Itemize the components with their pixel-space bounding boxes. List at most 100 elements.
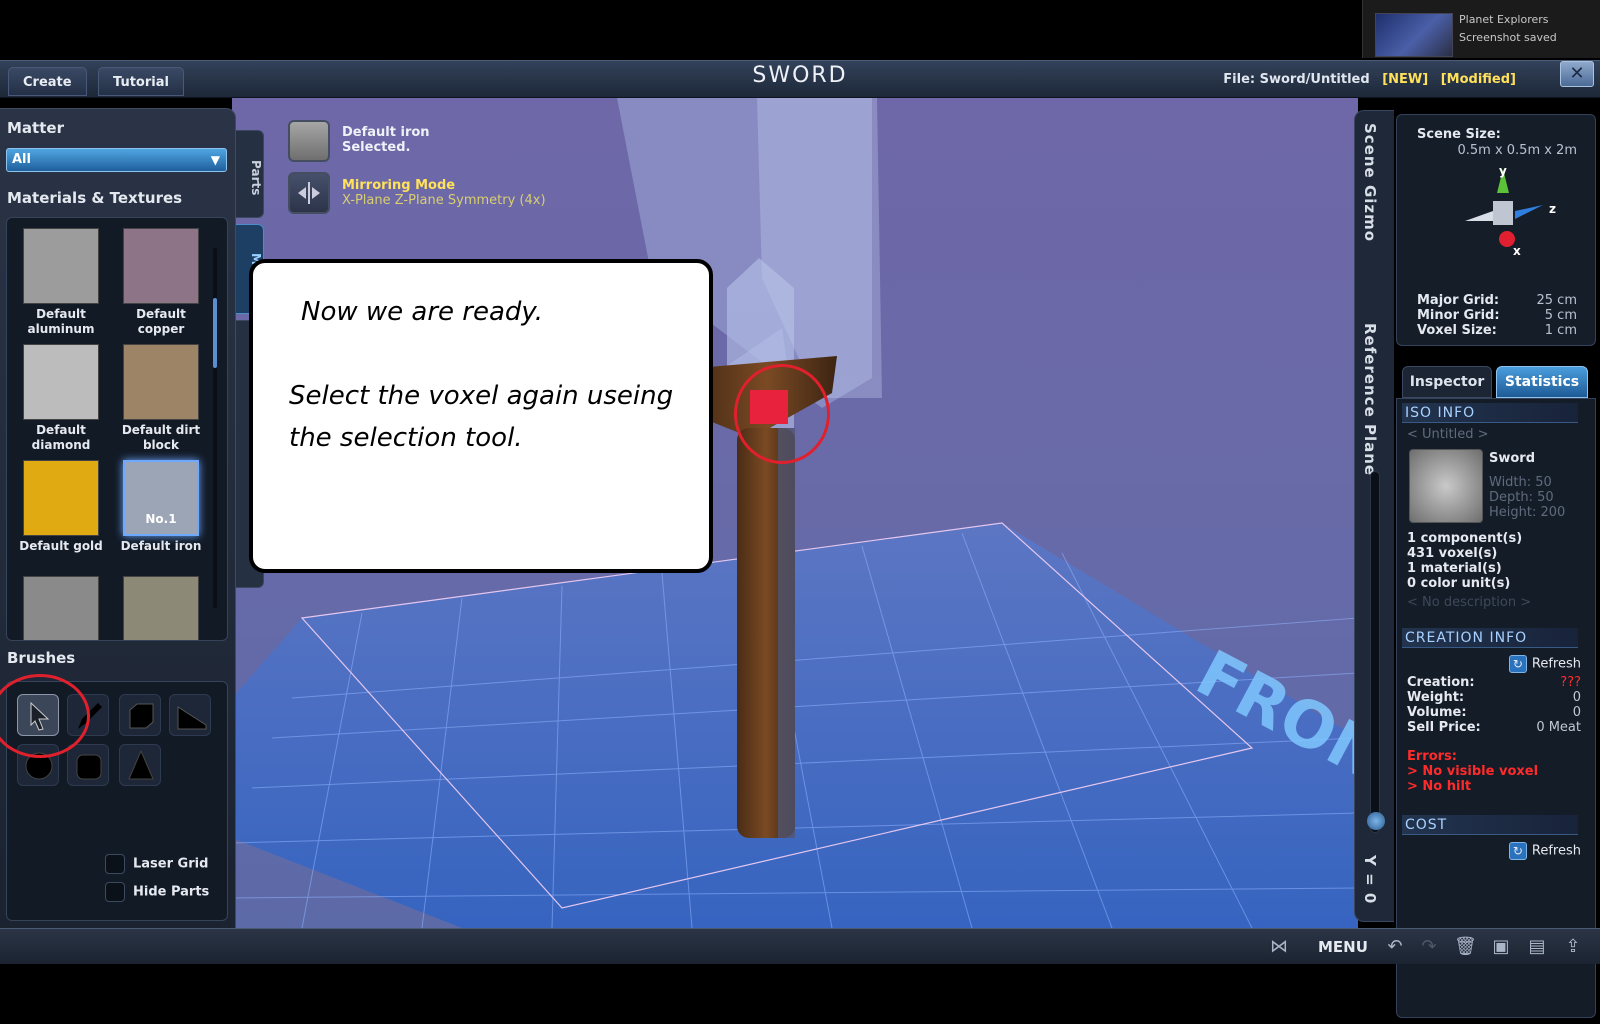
minor-grid-label: Minor Grid: bbox=[1417, 308, 1500, 323]
mirror-desc: X-Plane Z-Plane Symmetry (4x) bbox=[342, 193, 546, 208]
volume-value: 0 bbox=[1572, 705, 1581, 720]
tab-reference-plane[interactable]: Reference Plane bbox=[1361, 323, 1379, 476]
material-label: Default iron bbox=[120, 539, 202, 553]
voxel-size-value: 1 cm bbox=[1544, 323, 1577, 338]
material-iron[interactable]: No.1 Default iron bbox=[113, 460, 209, 554]
scrollbar-thumb[interactable] bbox=[213, 298, 217, 368]
material-badge: No.1 bbox=[145, 512, 177, 526]
hide-parts-checkbox[interactable]: Hide Parts bbox=[105, 882, 209, 902]
cost-heading: COST bbox=[1402, 815, 1578, 835]
volume-label: Volume: bbox=[1407, 705, 1467, 720]
voxel-size-label: Voxel Size: bbox=[1417, 323, 1497, 338]
material-item[interactable] bbox=[113, 576, 209, 640]
iso-title: Sword bbox=[1489, 451, 1536, 466]
laser-grid-checkbox[interactable]: Laser Grid bbox=[105, 854, 208, 874]
material-swatch bbox=[23, 576, 99, 640]
highlight-ring bbox=[734, 364, 830, 464]
cube-icon[interactable] bbox=[119, 694, 161, 736]
refresh-label: Refresh bbox=[1531, 843, 1581, 859]
iso-height: Height: 200 bbox=[1489, 505, 1566, 520]
slider-knob[interactable] bbox=[1367, 812, 1385, 830]
tab-parts[interactable]: Parts bbox=[236, 130, 264, 218]
material-copper[interactable]: Default copper bbox=[113, 228, 209, 337]
tab-create[interactable]: Create bbox=[8, 67, 87, 96]
sell-price-label: Sell Price: bbox=[1407, 720, 1481, 735]
scene-size-value: 0.5m x 0.5m x 2m bbox=[1457, 143, 1577, 158]
axis-z-label: z bbox=[1549, 202, 1556, 216]
tab-inspector[interactable]: Inspector bbox=[1402, 366, 1492, 398]
app-root: Planet Explorers Screenshot saved Create… bbox=[0, 0, 1600, 1024]
material-count: 1 material(s) bbox=[1407, 561, 1502, 576]
notification-message: Screenshot saved bbox=[1459, 31, 1557, 44]
export-icon[interactable]: ⇪ bbox=[1562, 936, 1584, 958]
description-placeholder: < No description > bbox=[1407, 595, 1532, 610]
iso-thumbnail bbox=[1409, 449, 1483, 523]
checkbox-label: Hide Parts bbox=[133, 884, 210, 900]
creation-value: ??? bbox=[1560, 675, 1581, 690]
cylinder-icon[interactable] bbox=[67, 744, 109, 786]
scene-size-label: Scene Size: bbox=[1417, 127, 1501, 142]
close-icon[interactable]: ✕ bbox=[1560, 61, 1594, 87]
refresh-cost-button[interactable]: ↻ Refresh bbox=[1508, 842, 1581, 860]
material-dirt-block[interactable]: Default dirt block bbox=[113, 344, 209, 453]
component-count: 1 component(s) bbox=[1407, 531, 1523, 546]
refresh-label: Refresh bbox=[1531, 656, 1581, 672]
callout-line-2: Select the voxel again useing the select… bbox=[289, 381, 674, 453]
error-no-hilt: > No hilt bbox=[1407, 779, 1472, 794]
wedge-icon[interactable] bbox=[169, 694, 211, 736]
right-side-tabs: Scene Gizmo Reference Plane Y = 0 bbox=[1354, 110, 1394, 922]
material-label: Default copper bbox=[136, 307, 186, 336]
tab-statistics[interactable]: Statistics bbox=[1496, 366, 1588, 398]
checkbox-box[interactable] bbox=[105, 854, 125, 874]
mirror-toggle-icon[interactable]: ⋈ bbox=[1268, 936, 1290, 958]
errors-label: Errors: bbox=[1407, 749, 1457, 764]
matter-heading: Matter bbox=[7, 119, 64, 137]
matter-select[interactable]: All ▼ bbox=[6, 148, 227, 172]
mirror-icon[interactable] bbox=[288, 172, 330, 214]
reference-plane-slider[interactable] bbox=[1367, 471, 1385, 833]
statistics-panel: ISO INFO < Untitled > Sword Width: 50 De… bbox=[1396, 398, 1596, 1018]
modified-flag: [Modified] bbox=[1440, 72, 1516, 87]
major-grid-label: Major Grid: bbox=[1417, 293, 1500, 308]
selected-line-2: Selected. bbox=[342, 140, 411, 155]
undo-icon[interactable]: ↶ bbox=[1384, 936, 1406, 958]
menu-button[interactable]: MENU bbox=[1318, 938, 1368, 956]
materials-scrollbar[interactable] bbox=[213, 248, 217, 608]
material-swatch bbox=[123, 228, 199, 304]
new-flag: [NEW] bbox=[1382, 72, 1429, 87]
inspector-tabs: Inspector Statistics bbox=[1402, 366, 1592, 398]
y-value: Y = 0 bbox=[1361, 855, 1379, 905]
checkbox-box[interactable] bbox=[105, 882, 125, 902]
material-label: Default dirt block bbox=[121, 423, 201, 452]
save-as-icon[interactable]: ▤ bbox=[1526, 936, 1548, 958]
screenshot-thumbnail bbox=[1375, 13, 1453, 57]
major-grid-value: 25 cm bbox=[1536, 293, 1578, 308]
save-icon[interactable]: ▣ bbox=[1490, 936, 1512, 958]
material-swatch bbox=[123, 576, 199, 640]
axis-x-label: x bbox=[1513, 244, 1521, 258]
error-no-visible-voxel: > No visible voxel bbox=[1407, 764, 1539, 779]
refresh-icon: ↻ bbox=[1508, 655, 1527, 673]
material-aluminum[interactable]: Default aluminum bbox=[13, 228, 109, 337]
material-item[interactable] bbox=[13, 576, 109, 640]
creation-label: Creation: bbox=[1407, 675, 1475, 690]
material-gold[interactable]: Default gold bbox=[13, 460, 109, 554]
material-diamond[interactable]: Default diamond bbox=[13, 344, 109, 453]
material-swatch bbox=[23, 460, 99, 536]
material-swatch bbox=[23, 344, 99, 420]
axis-gizmo[interactable]: y z x bbox=[1453, 163, 1563, 263]
tab-tutorial[interactable]: Tutorial bbox=[98, 67, 184, 96]
cone-icon[interactable] bbox=[119, 744, 161, 786]
iso-name-placeholder: < Untitled > bbox=[1407, 427, 1489, 442]
callout-line-1: Now we are ready. bbox=[301, 297, 544, 327]
sell-price-value: 0 Meat bbox=[1536, 720, 1581, 735]
refresh-creation-button[interactable]: ↻ Refresh bbox=[1508, 655, 1581, 673]
delete-icon[interactable]: 🗑 bbox=[1454, 936, 1477, 958]
tab-scene-gizmo[interactable]: Scene Gizmo bbox=[1361, 123, 1379, 242]
file-name: Sword/Untitled bbox=[1259, 72, 1370, 87]
iso-width: Width: 50 bbox=[1489, 475, 1552, 490]
tutorial-callout: Now we are ready. Select the voxel again… bbox=[249, 259, 713, 573]
left-panel: Matter All ▼ Materials & Textures Defaul… bbox=[0, 108, 236, 930]
redo-icon[interactable]: ↷ bbox=[1418, 936, 1440, 958]
file-label: File: bbox=[1223, 72, 1256, 87]
